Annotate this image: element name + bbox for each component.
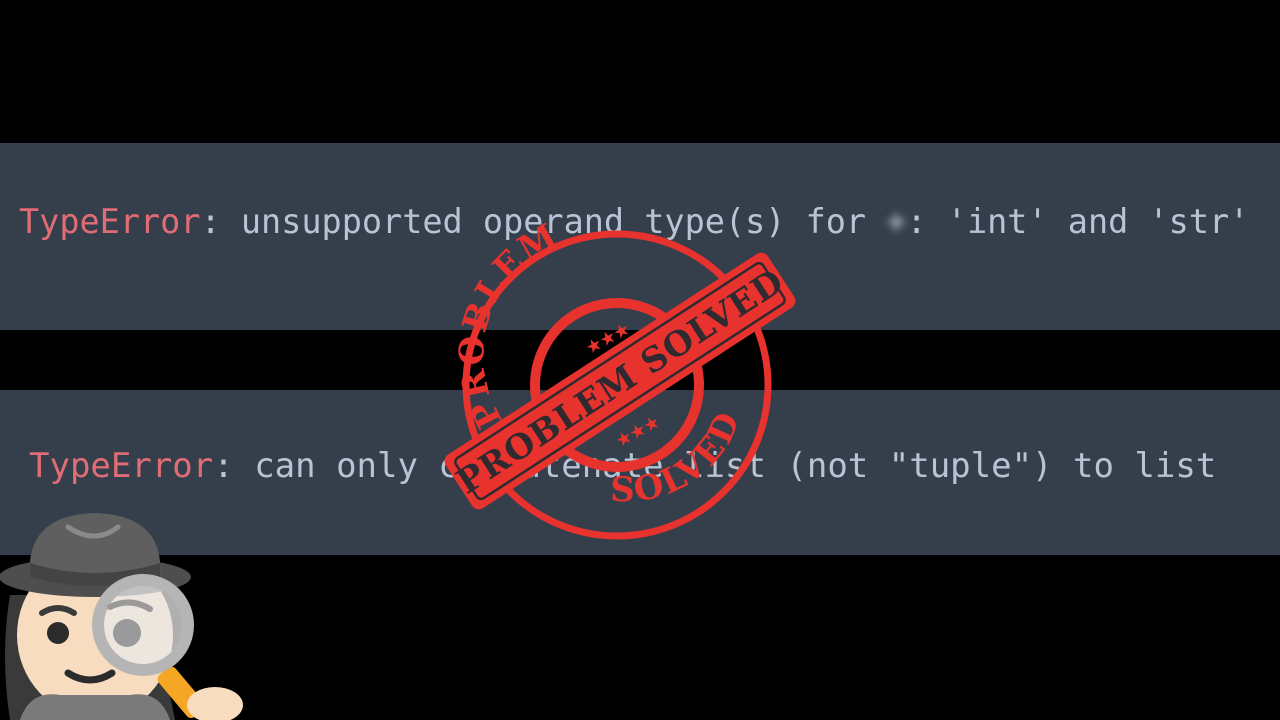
error-type: TypeError [19,202,201,241]
left-eye [47,622,69,644]
error-message-before: unsupported operand type(s) for [240,202,887,241]
error-line-1: TypeError: unsupported operand type(s) f… [19,205,1249,239]
error-separator: : [213,446,255,486]
error-type: TypeError [29,446,214,486]
hat-crown [29,513,161,577]
hand [187,687,243,720]
jacket [20,694,170,720]
magnified-eye [113,619,141,647]
error-separator: : [200,202,241,241]
error-line-2: TypeError: can only concatenate list (no… [29,449,1216,483]
detective-emoji [0,513,243,720]
obscured-operator: + [886,202,907,241]
magnifier-lens [92,574,194,676]
error-message-after: : 'int' and 'str' [906,202,1250,241]
error-message: can only concatenate list (not "tuple") … [254,446,1217,486]
